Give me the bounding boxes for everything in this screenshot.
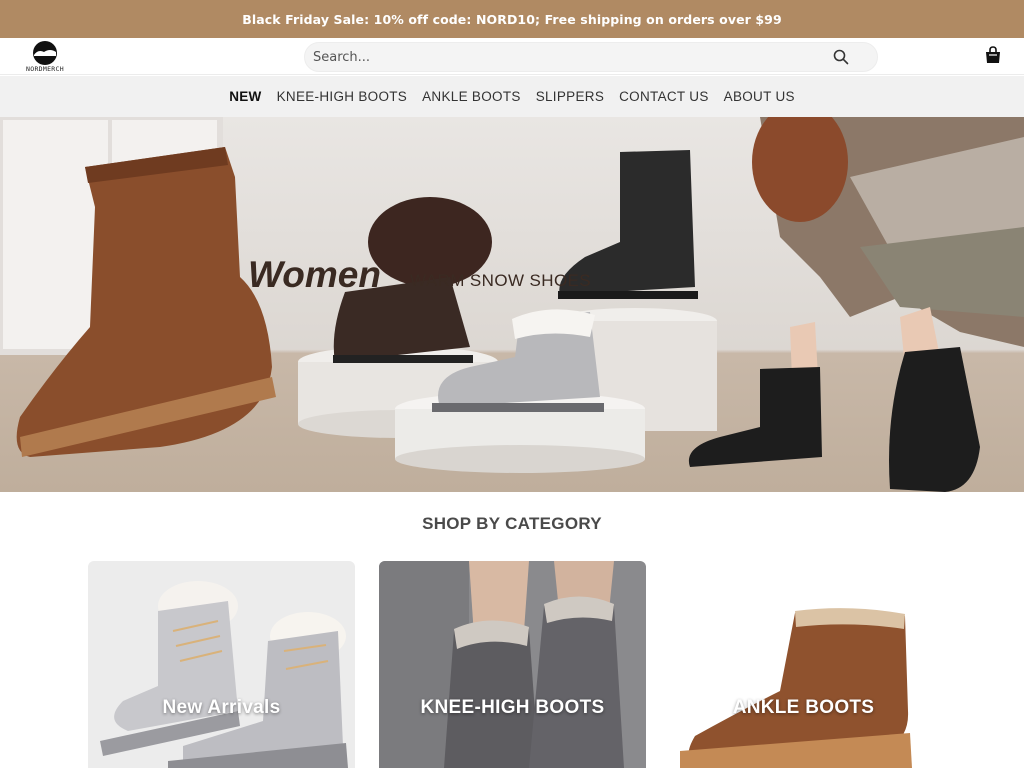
main-nav: NEW KNEE-HIGH BOOTS ANKLE BOOTS SLIPPERS… — [0, 76, 1024, 117]
promo-bar: Black Friday Sale: 10% off code: NORD10;… — [0, 0, 1024, 38]
category-image-ankle-boots — [670, 561, 937, 768]
nav-item-slippers[interactable]: SLIPPERS — [536, 89, 604, 104]
category-card-ankle-boots[interactable]: ANKLE BOOTS — [670, 561, 937, 768]
search-button[interactable] — [831, 48, 851, 68]
nav-item-new[interactable]: NEW — [229, 89, 261, 104]
search-box — [304, 42, 878, 72]
logo-icon — [33, 41, 57, 65]
category-card-knee-high-boots[interactable]: KNEE-HIGH BOOTS — [379, 561, 646, 768]
logo[interactable]: NORDMERCH — [20, 40, 70, 74]
nav-item-ankle-boots[interactable]: ANKLE BOOTS — [422, 89, 521, 104]
header: NORDMERCH — [0, 38, 1024, 75]
logo-text: NORDMERCH — [26, 65, 64, 73]
category-image-new-arrivals — [88, 561, 355, 768]
hero-banner[interactable]: Women WARM SNOW SHOES — [0, 117, 1024, 492]
cart-button[interactable] — [984, 46, 1004, 66]
category-label-ankle-boots: ANKLE BOOTS — [732, 697, 875, 718]
hero-title: Women — [248, 254, 381, 295]
category-card-new-arrivals[interactable]: New Arrivals — [88, 561, 355, 768]
category-label-new-arrivals: New Arrivals — [162, 697, 281, 718]
hero-image — [0, 117, 1024, 492]
category-image-knee-high-boots — [379, 561, 646, 768]
search-input[interactable] — [313, 46, 823, 68]
shopping-bag-icon — [986, 46, 1000, 63]
search-icon — [833, 49, 849, 64]
hero-subtitle: WARM SNOW SHOES — [410, 271, 592, 290]
section-title: SHOP BY CATEGORY — [422, 514, 602, 533]
nav-item-knee-high-boots[interactable]: KNEE-HIGH BOOTS — [277, 89, 408, 104]
nav-item-contact-us[interactable]: CONTACT US — [619, 89, 709, 104]
promo-text: Black Friday Sale: 10% off code: NORD10;… — [242, 11, 782, 27]
category-label-knee-high-boots: KNEE-HIGH BOOTS — [420, 697, 605, 718]
nav-item-about-us[interactable]: ABOUT US — [724, 89, 795, 104]
